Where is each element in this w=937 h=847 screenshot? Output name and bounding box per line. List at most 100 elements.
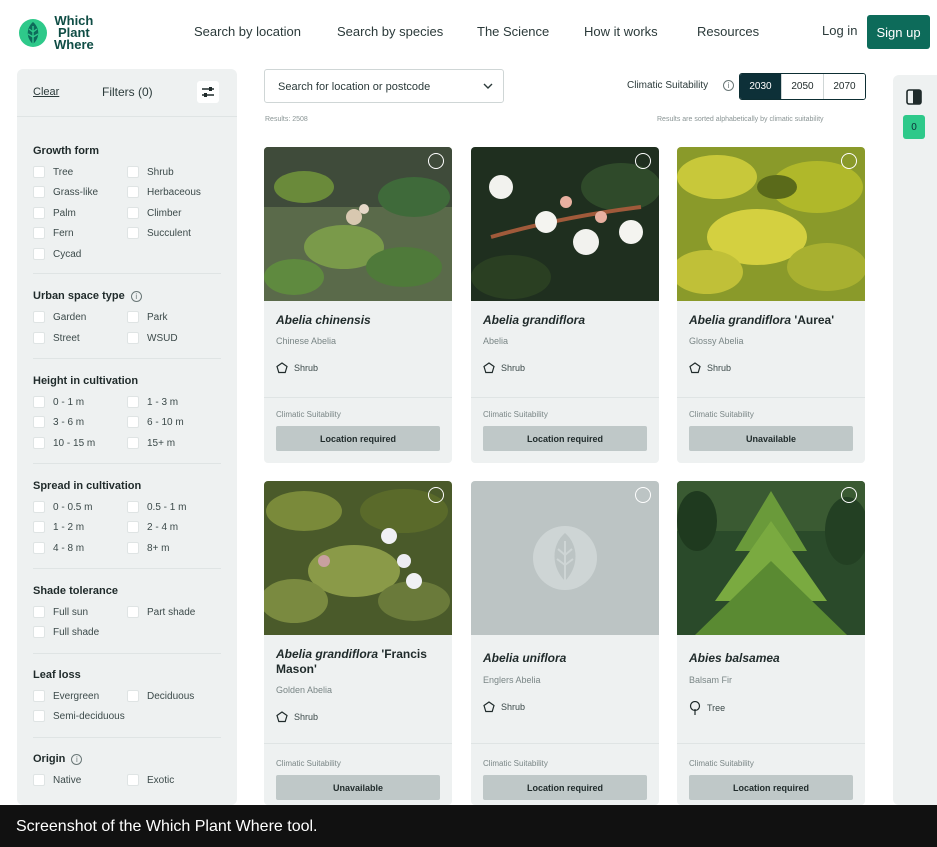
checkbox-exotic[interactable]: Exotic [127, 773, 174, 787]
checkbox-height-3-6[interactable]: 3 - 6 m [33, 415, 84, 429]
checkbox-park[interactable]: Park [127, 310, 168, 324]
clear-filters-link[interactable]: Clear [33, 86, 59, 98]
filter-settings-button[interactable] [197, 81, 219, 103]
select-radio[interactable] [635, 153, 651, 169]
checkbox-street[interactable]: Street [33, 331, 80, 345]
divider [677, 397, 865, 398]
year-2030-button[interactable]: 2030 [740, 74, 782, 99]
tree-icon [689, 701, 701, 715]
nav-search-by-location[interactable]: Search by location [194, 24, 301, 39]
compare-icon[interactable] [904, 87, 924, 107]
climatic-suitability-label: Climatic Suitability [276, 759, 341, 768]
checkbox-spread-0-05[interactable]: 0 - 0.5 m [33, 500, 92, 514]
checkbox-garden[interactable]: Garden [33, 310, 86, 324]
climatic-suitability-label: Climatic Suitability [689, 759, 754, 768]
plant-card[interactable]: Abelia uniflora Englers Abelia Shrub Cli… [471, 481, 659, 805]
checkbox-semi-deciduous[interactable]: Semi-deciduous [33, 709, 125, 723]
plant-card[interactable]: Abelia grandiflora 'Francis Mason' Golde… [264, 481, 452, 805]
checkbox-shrub[interactable]: Shrub [127, 165, 174, 179]
status-button[interactable]: Unavailable [276, 775, 440, 800]
checkbox-succulent[interactable]: Succulent [127, 226, 191, 240]
nav-how-it-works[interactable]: How it works [584, 24, 658, 39]
select-radio[interactable] [635, 487, 651, 503]
growth-form: Shrub [276, 362, 318, 374]
checkbox-full-sun[interactable]: Full sun [33, 605, 88, 619]
growth-form-group: Growth form [33, 145, 221, 157]
spread-group: Spread in cultivation [33, 480, 221, 492]
plant-card[interactable]: Abelia grandiflora 'Aurea' Glossy Abelia… [677, 147, 865, 463]
checkbox-height-0-1[interactable]: 0 - 1 m [33, 395, 84, 409]
year-2070-button[interactable]: 2070 [824, 74, 865, 99]
checkbox-full-shade[interactable]: Full shade [33, 625, 99, 639]
nav-resources[interactable]: Resources [697, 24, 759, 39]
nav-search-by-species[interactable]: Search by species [337, 24, 443, 39]
checkbox-fern[interactable]: Fern [33, 226, 74, 240]
checkbox-tree[interactable]: Tree [33, 165, 73, 179]
checkbox-palm[interactable]: Palm [33, 206, 76, 220]
checkbox-cycad[interactable]: Cycad [33, 247, 81, 261]
status-button[interactable]: Location required [483, 426, 647, 451]
checkbox-deciduous[interactable]: Deciduous [127, 689, 194, 703]
select-radio[interactable] [841, 487, 857, 503]
checkbox-spread-05-1[interactable]: 0.5 - 1 m [127, 500, 186, 514]
checkbox-climber[interactable]: Climber [127, 206, 181, 220]
growth-form: Shrub [276, 711, 318, 723]
group-title: Origin [33, 753, 66, 765]
plant-photo [264, 147, 452, 301]
checkbox-grass-like[interactable]: Grass-like [33, 185, 98, 199]
select-radio[interactable] [841, 153, 857, 169]
login-link[interactable]: Log in [822, 23, 857, 38]
filters-count: Filters (0) [102, 85, 153, 99]
plant-name: Abelia grandiflora 'Francis Mason' [276, 647, 427, 676]
compare-count-badge[interactable]: 0 [903, 115, 925, 139]
plant-card[interactable]: Abelia grandiflora Abelia Shrub Climatic… [471, 147, 659, 463]
checkbox-height-15plus[interactable]: 15+ m [127, 436, 175, 450]
climatic-suitability-label: Climatic Suitability [483, 759, 548, 768]
logo-text: Which Plant Where [54, 13, 94, 52]
checkbox-part-shade[interactable]: Part shade [127, 605, 195, 619]
status-button[interactable]: Location required [483, 775, 647, 800]
leaf-logo-icon [19, 19, 47, 47]
status-button[interactable]: Location required [276, 426, 440, 451]
divider [677, 743, 865, 744]
year-2050-button[interactable]: 2050 [782, 74, 824, 99]
signup-button[interactable]: Sign up [867, 15, 930, 49]
climatic-suitability-label: Climatic Suitability [483, 410, 548, 419]
checkbox-spread-8plus[interactable]: 8+ m [127, 541, 170, 555]
status-button[interactable]: Unavailable [689, 426, 853, 451]
growth-form: Tree [689, 701, 725, 715]
checkbox-wsud[interactable]: WSUD [127, 331, 178, 345]
select-radio[interactable] [428, 153, 444, 169]
select-radio[interactable] [428, 487, 444, 503]
checkbox-spread-4-8[interactable]: 4 - 8 m [33, 541, 84, 555]
checkbox-herbaceous[interactable]: Herbaceous [127, 185, 201, 199]
shrub-icon [483, 362, 495, 374]
plant-photo [677, 147, 865, 301]
info-icon[interactable]: i [130, 290, 142, 302]
climatic-suitability-label: Climatic Suitability [627, 80, 709, 91]
checkbox-evergreen[interactable]: Evergreen [33, 689, 99, 703]
nav-the-science[interactable]: The Science [477, 24, 549, 39]
checkbox-height-1-3[interactable]: 1 - 3 m [127, 395, 178, 409]
status-button[interactable]: Location required [689, 775, 853, 800]
plant-name: Abelia grandiflora 'Aurea' [689, 313, 835, 327]
climatic-suitability-label: Climatic Suitability [689, 410, 754, 419]
info-icon[interactable]: i [723, 80, 734, 91]
checkbox-height-10-15[interactable]: 10 - 15 m [33, 436, 95, 450]
plant-card[interactable]: Abelia chinensis Chinese Abelia Shrub Cl… [264, 147, 452, 463]
plant-name: Abelia uniflora [483, 651, 567, 665]
shade-group: Shade tolerance [33, 585, 221, 597]
checkbox-height-6-10[interactable]: 6 - 10 m [127, 415, 184, 429]
year-toggle: 2030 2050 2070 [739, 73, 866, 100]
info-icon[interactable]: i [71, 753, 83, 765]
plant-card[interactable]: Abies balsamea Balsam Fir Tree Climatic … [677, 481, 865, 805]
checkbox-spread-1-2[interactable]: 1 - 2 m [33, 520, 84, 534]
divider [33, 737, 221, 738]
common-name: Balsam Fir [689, 675, 733, 685]
group-title: Spread in cultivation [33, 480, 142, 492]
location-search-select[interactable]: Search for location or postcode [264, 69, 504, 103]
site-logo[interactable]: Which Plant Where [18, 12, 118, 54]
leaf-loss-group: Leaf loss [33, 669, 221, 681]
checkbox-native[interactable]: Native [33, 773, 81, 787]
checkbox-spread-2-4[interactable]: 2 - 4 m [127, 520, 178, 534]
